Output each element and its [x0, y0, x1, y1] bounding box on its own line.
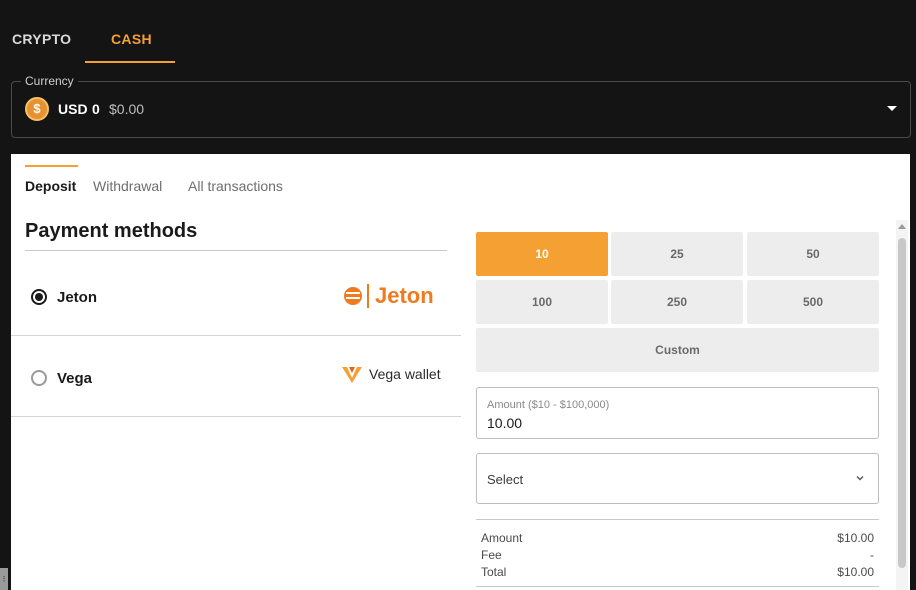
- method-name-vega: Vega: [57, 370, 93, 387]
- divider: [476, 519, 879, 520]
- summary-amount-value: $10.00: [837, 531, 874, 545]
- chevron-down-icon: [856, 476, 864, 481]
- dropdown-caret-icon: [887, 106, 897, 111]
- amount-option-custom[interactable]: Custom: [476, 328, 879, 372]
- jeton-logo-divider: [367, 284, 369, 308]
- summary-total-value: $10.00: [837, 565, 874, 579]
- radio-jeton[interactable]: [31, 289, 47, 305]
- payment-method-vega[interactable]: Vega Vega wallet: [11, 336, 461, 417]
- summary-total-label: Total: [481, 565, 507, 579]
- vega-mark-icon: [342, 367, 362, 383]
- summary-amount-row: Amount $10.00: [481, 531, 874, 545]
- amount-input[interactable]: Amount ($10 - $100,000) 10.00: [476, 387, 879, 439]
- payment-method-jeton[interactable]: Jeton Jeton: [11, 255, 461, 336]
- dollar-coin-icon: $: [25, 97, 49, 121]
- vega-wallet-logo: Vega wallet: [341, 364, 441, 384]
- vega-logo-text: Vega wallet: [369, 366, 441, 382]
- tab-cash-indicator: [85, 61, 175, 63]
- divider: [25, 250, 447, 251]
- tab-withdrawal[interactable]: Withdrawal: [93, 178, 162, 194]
- summary-fee-label: Fee: [481, 548, 502, 562]
- summary-amount-label: Amount: [481, 531, 523, 545]
- radio-vega[interactable]: [31, 370, 47, 386]
- tab-all-transactions[interactable]: All transactions: [188, 178, 283, 194]
- jeton-mark-icon: [344, 287, 362, 305]
- divider: [476, 586, 879, 587]
- amount-option-100[interactable]: 100: [476, 280, 608, 324]
- scrollbar[interactable]: [896, 220, 908, 590]
- jeton-logo-text: Jeton: [375, 283, 434, 308]
- tab-deposit-indicator: [25, 165, 78, 167]
- cashier-panel: Deposit Withdrawal All transactions Paym…: [11, 154, 910, 590]
- currency-label: Currency: [21, 74, 78, 88]
- summary-fee-value: -: [870, 548, 874, 562]
- currency-balance-usd: $0.00: [109, 101, 145, 117]
- tab-crypto[interactable]: CRYPTO: [12, 31, 71, 47]
- payment-select-placeholder: Select: [487, 472, 524, 487]
- currency-select[interactable]: Currency $ USD 0 $0.00: [11, 74, 911, 138]
- amount-option-50[interactable]: 50: [747, 232, 879, 276]
- scroll-up-arrow-icon[interactable]: [898, 224, 906, 229]
- summary-fee-row: Fee -: [481, 548, 874, 562]
- top-tabs: CRYPTO CASH: [0, 0, 916, 64]
- resize-grip-icon[interactable]: ⁝: [0, 568, 8, 590]
- currency-code: USD: [58, 101, 88, 117]
- amount-input-value[interactable]: 10.00: [487, 415, 522, 431]
- scrollbar-thumb[interactable]: [898, 238, 906, 568]
- method-name-jeton: Jeton: [57, 289, 98, 306]
- summary-total-row: Total $10.00: [481, 565, 874, 579]
- payment-select[interactable]: Select: [476, 453, 879, 504]
- amount-option-500[interactable]: 500: [747, 280, 879, 324]
- amount-input-label: Amount ($10 - $100,000): [487, 399, 610, 411]
- amount-option-10[interactable]: 10: [476, 232, 608, 276]
- currency-balance: 0: [92, 101, 100, 117]
- tab-deposit[interactable]: Deposit: [25, 178, 76, 194]
- amount-option-25[interactable]: 25: [611, 232, 743, 276]
- payment-methods-title: Payment methods: [25, 220, 198, 242]
- amount-option-250[interactable]: 250: [611, 280, 743, 324]
- tab-cash[interactable]: CASH: [111, 31, 152, 47]
- jeton-logo: Jeton: [343, 281, 434, 311]
